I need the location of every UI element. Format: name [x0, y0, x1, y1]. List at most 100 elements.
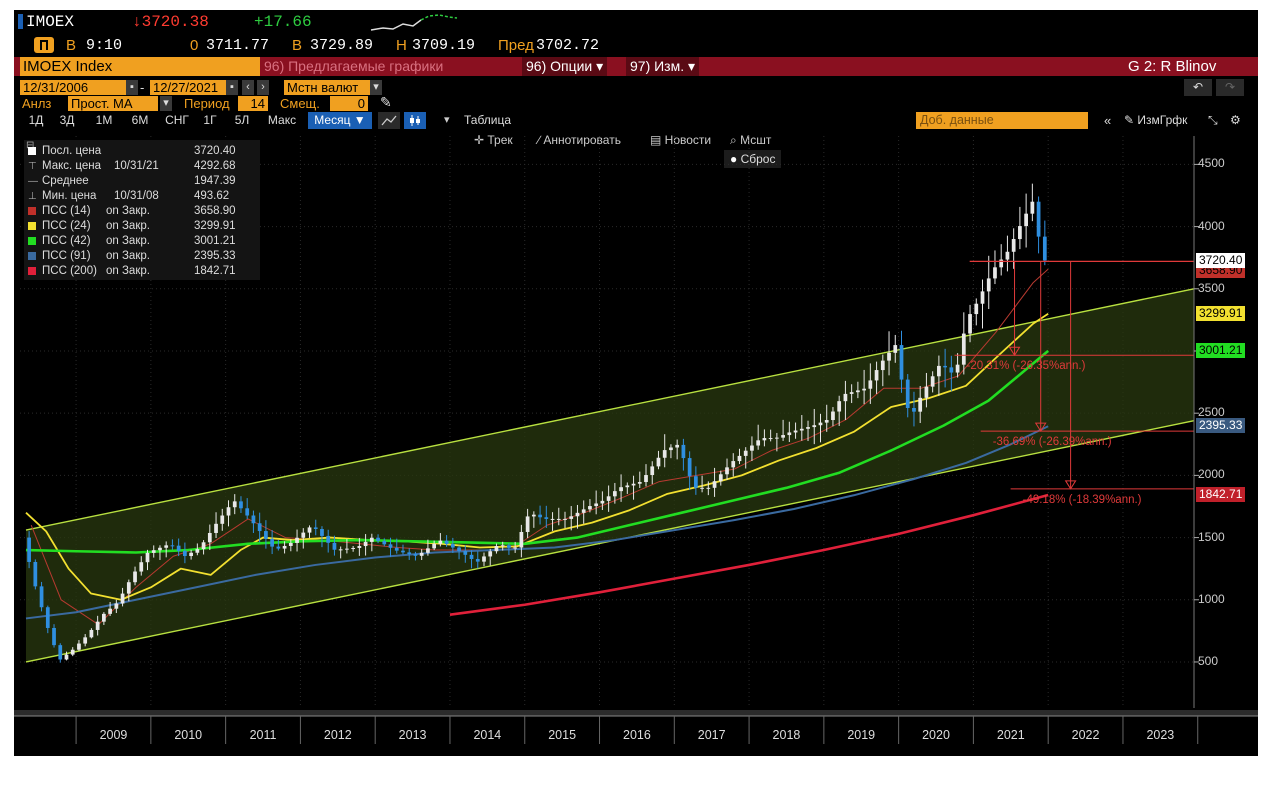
- edit-chart-button[interactable]: ✎ ИзмГрфк: [1124, 112, 1187, 129]
- candle-body: [108, 608, 112, 614]
- chart-legend[interactable]: ⊟ Посл. цена 3720.40 ⊤ Макс. цена 10/31/21 42…: [24, 140, 260, 280]
- shift-field[interactable]: 0: [330, 96, 368, 111]
- drawdown-annotation: -49.18% (-18.39%ann.): [1023, 494, 1142, 506]
- date-from-field[interactable]: 12/31/2006: [20, 80, 126, 95]
- high-value: 3709.19: [412, 37, 476, 54]
- x-tick-label: 2011: [249, 728, 277, 742]
- legend-row[interactable]: ПСС (91) on Закр. 2395.33: [28, 249, 236, 264]
- edit-label: 97) Изм.: [630, 58, 685, 74]
- legend-row[interactable]: — Среднее 1947.39: [28, 174, 236, 189]
- candle-body: [706, 487, 711, 489]
- gear-icon[interactable]: ⚙: [1230, 112, 1241, 129]
- candle-body: [600, 500, 605, 504]
- candle-body: [575, 512, 580, 517]
- candle-body: [388, 544, 393, 548]
- timeframe-3d[interactable]: 3Д: [54, 112, 80, 129]
- candle-body: [1005, 251, 1010, 260]
- options-menu[interactable]: 96) Опции ▾: [522, 57, 608, 76]
- candle-body: [874, 370, 879, 381]
- frequency-select[interactable]: Месяц ▼: [308, 112, 372, 129]
- edit-menu[interactable]: 97) Изм. ▾: [626, 57, 700, 76]
- suggested-charts-menu[interactable]: 96) Предлагаемые графики: [264, 57, 443, 76]
- candle-body: [538, 514, 542, 518]
- legend-row[interactable]: ⊤ Макс. цена 10/31/21 4292.68: [28, 159, 236, 174]
- table-button[interactable]: Таблица: [464, 112, 511, 129]
- candle-body: [158, 547, 162, 551]
- candle-body: [806, 427, 810, 429]
- candle-body: [743, 450, 748, 456]
- candle-body: [781, 435, 785, 438]
- legend-row[interactable]: ПСС (42) on Закр. 3001.21: [28, 234, 236, 249]
- analysis-select[interactable]: Прост. MA: [68, 96, 158, 111]
- timeframe-6m[interactable]: 6М: [124, 112, 156, 129]
- date-to-field[interactable]: 12/27/2021: [150, 80, 226, 95]
- redo-icon[interactable]: ↷: [1216, 79, 1244, 96]
- candle-body: [338, 549, 343, 551]
- candle-body: [288, 542, 293, 546]
- options-label: 96) Опции: [526, 58, 593, 74]
- candle-body: [812, 425, 817, 428]
- candle-body: [774, 437, 779, 439]
- candle-body: [544, 517, 549, 519]
- timeframe-5y[interactable]: 5Л: [228, 112, 256, 129]
- color-swatch-icon: [28, 266, 36, 275]
- candle-body: [270, 538, 274, 547]
- candlestick-icon[interactable]: [404, 112, 426, 129]
- chevron-right-icon[interactable]: ›: [257, 80, 269, 95]
- legend-row[interactable]: Посл. цена 3720.40: [28, 144, 236, 159]
- max-marker-icon: ⊤: [28, 161, 37, 172]
- chevron-left-icon[interactable]: ‹: [242, 80, 254, 95]
- timeframe-1d[interactable]: 1Д: [24, 112, 48, 129]
- candle-body: [114, 603, 119, 609]
- legend-date: on Закр.: [106, 265, 150, 277]
- currency-field[interactable]: Мстн валют: [284, 80, 370, 95]
- candle-body: [625, 485, 630, 488]
- candle-body: [693, 476, 698, 488]
- candle-body: [681, 444, 686, 459]
- timeframe-1y[interactable]: 1Г: [198, 112, 222, 129]
- color-swatch-icon: [28, 146, 36, 155]
- candle-body: [550, 518, 555, 520]
- pencil-icon[interactable]: ✎: [380, 94, 392, 111]
- chevron-down-icon[interactable]: ▾: [444, 112, 450, 129]
- timeframe-ytd[interactable]: СНГ: [160, 112, 194, 129]
- period-field[interactable]: 14: [238, 96, 268, 111]
- candle-body: [924, 386, 929, 398]
- candle-body: [824, 420, 829, 423]
- x-tick-label: 2015: [548, 728, 577, 742]
- legend-date: on Закр.: [106, 250, 150, 262]
- add-data-input[interactable]: Доб. данные: [916, 112, 1088, 129]
- timeframe-1m[interactable]: 1М: [88, 112, 120, 129]
- calendar-icon[interactable]: ▪: [226, 80, 238, 95]
- legend-row[interactable]: ПСС (14) on Закр. 3658.90: [28, 204, 236, 219]
- ticker-marker: [18, 14, 23, 29]
- chart-id: G 2: R Blinov: [1128, 58, 1217, 75]
- candle-body: [980, 291, 985, 304]
- legend-row[interactable]: ПСС (24) on Закр. 3299.91: [28, 219, 236, 234]
- high-label: H: [396, 37, 407, 54]
- line-chart-icon[interactable]: [378, 112, 400, 129]
- candle-body: [675, 444, 680, 448]
- legend-row[interactable]: ⊥ Мин. цена 10/31/08 493.62: [28, 189, 229, 204]
- timeframe-max[interactable]: Макс: [262, 112, 302, 129]
- undo-icon[interactable]: ↶: [1184, 79, 1212, 96]
- candle-body: [401, 550, 405, 553]
- chevron-down-icon[interactable]: ▾: [370, 80, 382, 95]
- ticker-symbol[interactable]: IMOEX: [26, 13, 74, 31]
- open-value: 3711.77: [206, 37, 270, 54]
- security-field[interactable]: IMOEX Index: [20, 57, 260, 76]
- collapse-icon[interactable]: «: [1104, 112, 1111, 129]
- candle-body: [818, 422, 823, 426]
- candle-body: [556, 518, 561, 520]
- legend-row[interactable]: ПСС (200) on Закр. 1842.71: [28, 264, 236, 279]
- y-tick-label: 2000: [1198, 467, 1225, 482]
- candle-body: [531, 514, 536, 517]
- legend-label: ПСС (14): [42, 205, 91, 217]
- legend-date: 10/31/21: [114, 160, 159, 172]
- average-marker-icon: —: [28, 176, 38, 187]
- chevron-down-icon[interactable]: ▾: [160, 96, 172, 111]
- last-price: ↓3720.38: [132, 13, 209, 31]
- calendar-icon[interactable]: ▪: [126, 80, 138, 95]
- legend-label: ПСС (42): [42, 235, 91, 247]
- resize-icon[interactable]: ⤡: [1208, 112, 1218, 129]
